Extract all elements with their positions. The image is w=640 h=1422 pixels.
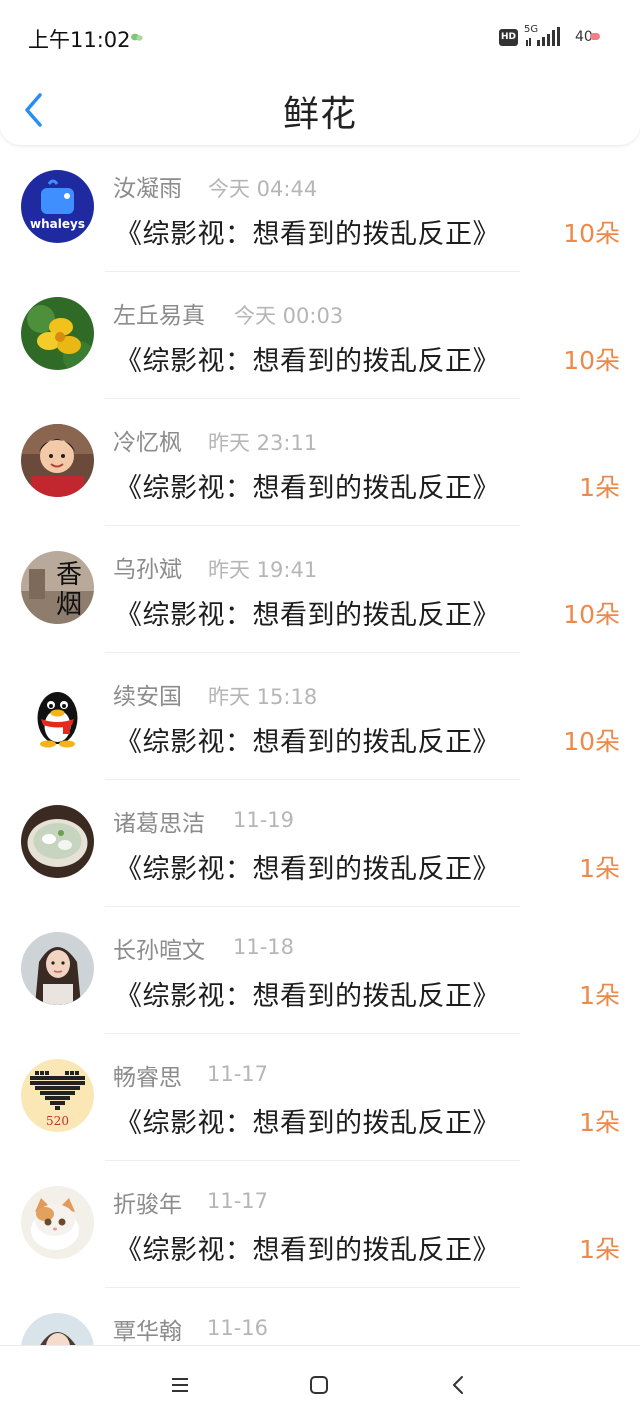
book-title: 《综影视：想看到的拨乱反正》 (115, 1108, 500, 1139)
timestamp: 今天 04:44 (208, 177, 318, 201)
hd-badge: HD (499, 29, 518, 46)
flower-count: 10朵 (563, 727, 620, 756)
qq-penguin-icon (21, 678, 94, 751)
list-item[interactable]: 覃华翰 11-16 (0, 1288, 640, 1345)
list-item[interactable]: 冷忆枫 昨天 23:11 《综影视：想看到的拨乱反正》 1朵 (0, 399, 640, 526)
yellow-flower-avatar-icon (21, 297, 94, 370)
svg-text:烟: 烟 (56, 590, 82, 620)
flower-list[interactable]: whaleys 汝凝雨 今天 04:44 《综影视：想看到的拨乱反正》 10朵 … (0, 145, 640, 1345)
avatar[interactable] (21, 424, 94, 497)
list-item[interactable]: whaleys 汝凝雨 今天 04:44 《综影视：想看到的拨乱反正》 10朵 (0, 145, 640, 272)
home-square-icon[interactable] (308, 1374, 330, 1396)
user-name: 乌孙斌 (113, 557, 182, 583)
svg-text:whaleys: whaleys (30, 217, 85, 231)
timestamp: 11-18 (233, 935, 295, 959)
avatar[interactable]: 520 (21, 1059, 94, 1132)
timestamp: 11-17 (207, 1189, 269, 1213)
book-title: 《综影视：想看到的拨乱反正》 (115, 473, 500, 504)
whaleys-logo-icon: whaleys (21, 170, 94, 243)
signal-icon (526, 27, 560, 46)
svg-text:520: 520 (46, 1114, 69, 1128)
flower-count: 1朵 (579, 1108, 620, 1137)
timestamp: 昨天 15:18 (208, 685, 318, 709)
user-name: 诸葛思洁 (113, 811, 205, 837)
cat-photo-avatar-icon (21, 1186, 94, 1259)
battery-icon (590, 33, 600, 40)
avatar[interactable] (21, 297, 94, 370)
user-name: 长孙暄文 (113, 938, 205, 964)
timestamp: 今天 00:03 (234, 304, 344, 328)
pixel-heart-avatar-icon: 520 (21, 1059, 94, 1132)
user-name: 续安国 (113, 684, 182, 710)
avatar[interactable]: 香 烟 (21, 551, 94, 624)
avatar[interactable] (21, 805, 94, 878)
flower-count: 10朵 (563, 600, 620, 629)
girl-photo-avatar-icon (21, 932, 94, 1005)
timestamp: 11-19 (233, 808, 295, 832)
xiangyan-text-avatar-icon: 香 烟 (21, 551, 94, 624)
status-time: 上午11:02 (28, 28, 131, 52)
timestamp: 昨天 23:11 (208, 431, 318, 455)
back-nav-icon[interactable] (448, 1374, 470, 1396)
user-name: 覃华翰 (113, 1319, 182, 1345)
user-name: 汝凝雨 (113, 176, 182, 202)
list-item[interactable]: 诸葛思洁 11-19 《综影视：想看到的拨乱反正》 1朵 (0, 780, 640, 907)
flower-count: 1朵 (579, 1235, 620, 1264)
user-name: 畅睿思 (113, 1065, 182, 1091)
flower-count: 1朵 (579, 854, 620, 883)
avatar[interactable] (21, 1313, 94, 1345)
avatar[interactable] (21, 932, 94, 1005)
book-title: 《综影视：想看到的拨乱反正》 (115, 600, 500, 631)
avatar[interactable] (21, 1186, 94, 1259)
book-title: 《综影视：想看到的拨乱反正》 (115, 981, 500, 1012)
list-item[interactable]: 520 畅睿思 11-17 《综影视：想看到的拨乱反正》 1朵 (0, 1034, 640, 1161)
system-navigation-bar (0, 1345, 640, 1422)
flower-count: 10朵 (563, 219, 620, 248)
book-title: 《综影视：想看到的拨乱反正》 (115, 1235, 500, 1266)
menu-icon[interactable] (169, 1374, 191, 1396)
svg-text:香: 香 (56, 560, 82, 590)
list-item[interactable]: 左丘易真 今天 00:03 《综影视：想看到的拨乱反正》 10朵 (0, 272, 640, 399)
list-item[interactable]: 长孙暄文 11-18 《综影视：想看到的拨乱反正》 1朵 (0, 907, 640, 1034)
book-title: 《综影视：想看到的拨乱反正》 (115, 219, 500, 250)
top-header: 上午11:02 HD 5G 40 鲜花 (0, 0, 640, 145)
list-item[interactable]: 续安国 昨天 15:18 《综影视：想看到的拨乱反正》 10朵 (0, 653, 640, 780)
flower-count: 1朵 (579, 473, 620, 502)
flower-count: 1朵 (579, 981, 620, 1010)
timestamp: 11-16 (207, 1316, 269, 1340)
page-title: 鲜花 (282, 94, 357, 135)
book-title: 《综影视：想看到的拨乱反正》 (115, 854, 500, 885)
child-photo-avatar-icon (21, 424, 94, 497)
user-name: 折骏年 (113, 1192, 182, 1218)
timestamp: 11-17 (207, 1062, 269, 1086)
book-title: 《综影视：想看到的拨乱反正》 (115, 346, 500, 377)
avatar[interactable] (21, 678, 94, 751)
book-title: 《综影视：想看到的拨乱反正》 (115, 727, 500, 758)
user-name: 左丘易真 (113, 303, 205, 329)
avatar[interactable]: whaleys (21, 170, 94, 243)
food-bowl-avatar-icon (21, 805, 94, 878)
list-item[interactable]: 折骏年 11-17 《综影视：想看到的拨乱反正》 1朵 (0, 1161, 640, 1288)
girl-photo-2-avatar-icon (21, 1313, 94, 1345)
wechat-notification-icon (131, 33, 143, 41)
flower-count: 10朵 (563, 346, 620, 375)
timestamp: 昨天 19:41 (208, 558, 318, 582)
user-name: 冷忆枫 (113, 430, 182, 456)
list-item[interactable]: 香 烟 乌孙斌 昨天 19:41 《综影视：想看到的拨乱反正》 10朵 (0, 526, 640, 653)
